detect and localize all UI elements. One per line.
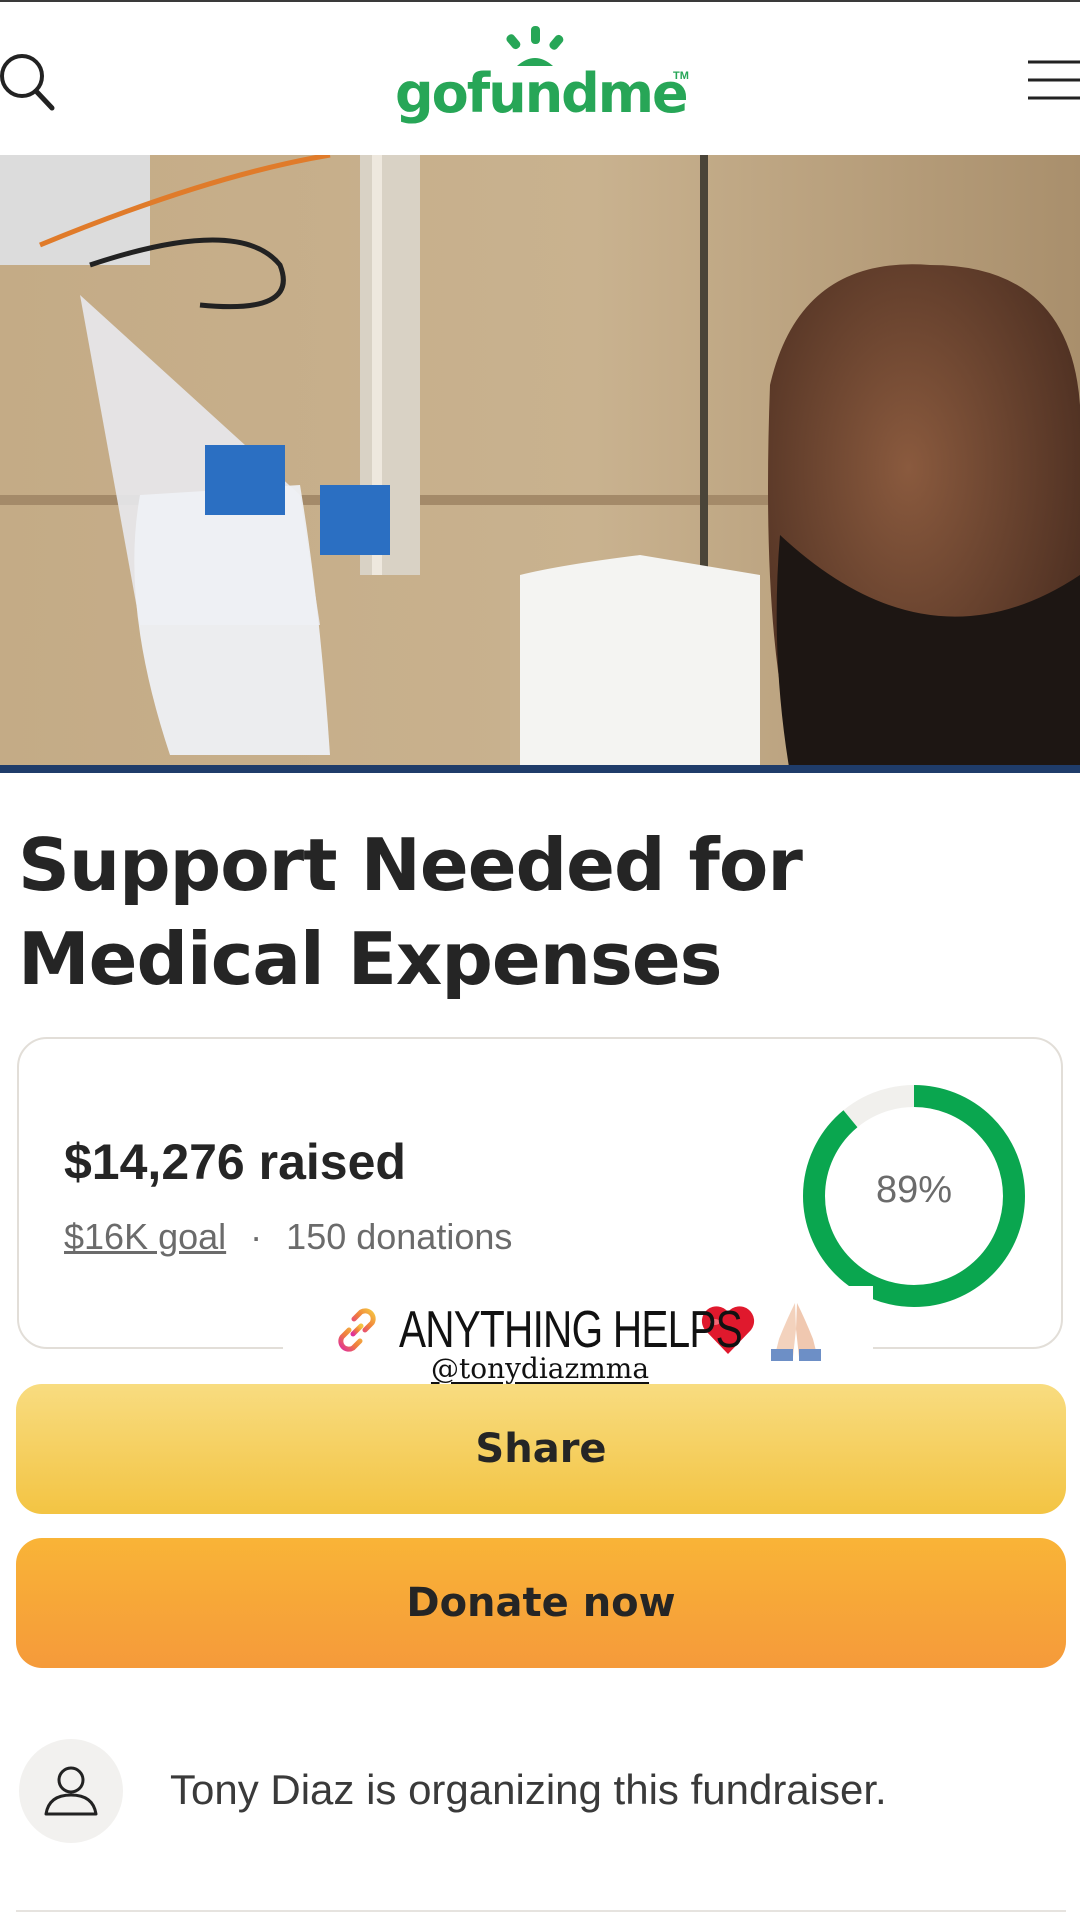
link-icon (338, 1308, 376, 1352)
amount-raised: $14,276 raised (64, 1134, 406, 1190)
hamburger-menu-icon[interactable] (1026, 58, 1080, 102)
donate-now-button[interactable]: Donate now (16, 1538, 1066, 1668)
site-header: gofundme TM (0, 2, 1080, 154)
logo-wordmark: gofundme (395, 62, 689, 125)
goal-row: $16K goal · 150 donations (64, 1216, 512, 1258)
campaign-title: Support Needed for Medical Expenses (18, 823, 803, 1001)
instagram-handle-link[interactable]: @tonydiazmma (0, 1352, 1080, 1385)
user-icon (44, 1766, 98, 1816)
logo-trademark: TM (673, 70, 689, 82)
campaign-hero-image (0, 155, 1080, 773)
progress-percent: 89% (875, 1169, 953, 1211)
goal-link[interactable]: $16K goal (64, 1216, 226, 1257)
section-divider (16, 1910, 1066, 1912)
organizer-text: Tony Diaz is organizing this fundraiser. (170, 1766, 887, 1813)
sticker-text: ANYTHING HELPS (399, 1301, 743, 1359)
share-button[interactable]: Share (16, 1384, 1066, 1514)
donations-count: 150 donations (286, 1216, 513, 1257)
handle-text[interactable]: @tonydiazmma (431, 1352, 649, 1385)
separator-dot: · (250, 1216, 263, 1257)
organizer-avatar (19, 1739, 123, 1843)
gofundme-logo[interactable]: gofundme TM (395, 26, 695, 136)
search-icon[interactable] (0, 48, 60, 112)
